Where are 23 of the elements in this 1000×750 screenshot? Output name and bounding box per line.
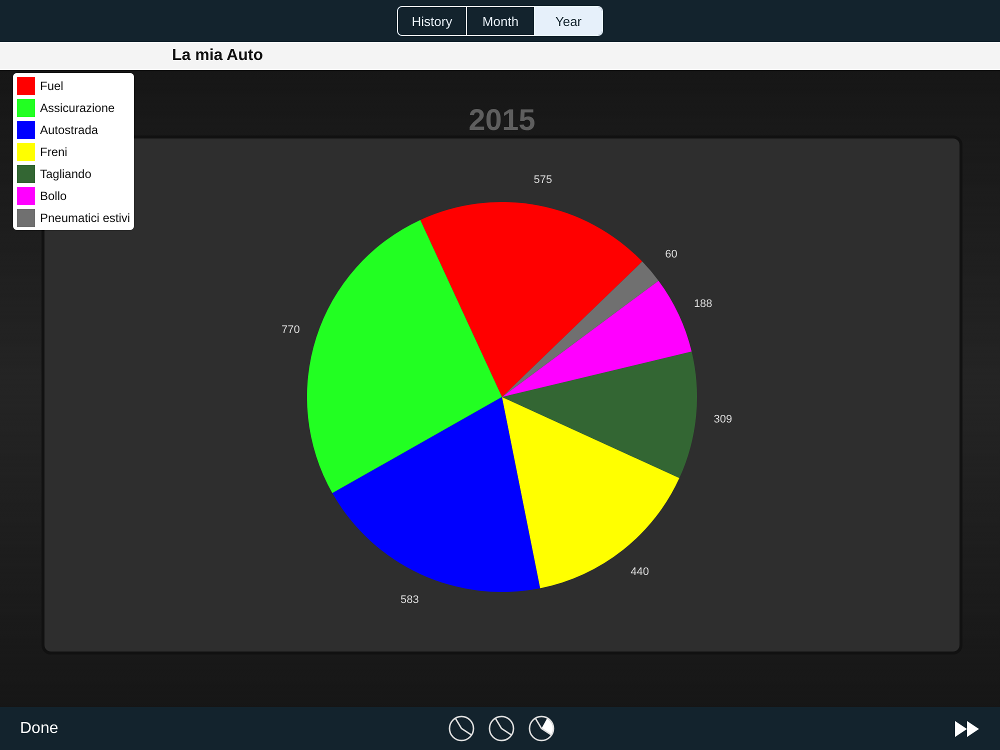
pie-chart-button[interactable] <box>488 715 515 742</box>
slice-value-label: 188 <box>694 298 712 310</box>
slice-value-label: 440 <box>630 566 649 578</box>
slice-value-label: 770 <box>282 324 300 336</box>
legend-label: Assicurazione <box>40 101 115 115</box>
legend-label: Tagliando <box>40 167 92 181</box>
slice-value-label: 575 <box>534 174 552 186</box>
segment-tab[interactable]: History <box>398 7 466 35</box>
pie-chart-button[interactable] <box>448 715 475 742</box>
page-title: La mia Auto <box>172 47 263 65</box>
legend-label: Freni <box>40 145 68 159</box>
fast-forward-button[interactable] <box>955 720 980 736</box>
legend-label: Autostrada <box>40 123 98 137</box>
segment-tab[interactable]: Year <box>534 7 602 35</box>
legend-label: Bollo <box>40 189 67 203</box>
legend-label: Pneumatici estivi <box>40 211 130 225</box>
chart-title: 2015 <box>468 104 536 137</box>
done-button[interactable]: Done <box>20 720 58 738</box>
pie-chart-button[interactable] <box>528 715 555 742</box>
slice-value-label: 309 <box>714 413 732 426</box>
slice-value-label: 60 <box>665 248 678 260</box>
legend-label: Fuel <box>40 79 64 93</box>
slice-value-label: 583 <box>400 594 419 606</box>
